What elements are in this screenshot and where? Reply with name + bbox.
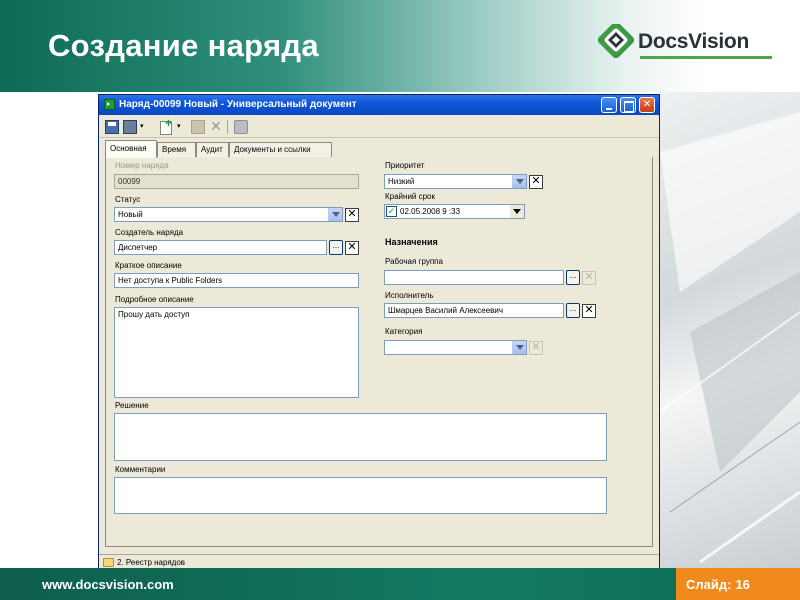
category-select[interactable]	[384, 340, 527, 355]
comments-textarea[interactable]	[114, 477, 607, 514]
folder-icon	[103, 558, 114, 567]
browse-executor-button[interactable]: ...	[566, 303, 580, 318]
logo-underline	[640, 56, 772, 59]
solution-label: Решение	[115, 401, 149, 410]
number-label: Номер наряда	[115, 161, 169, 170]
chevron-down-icon[interactable]	[512, 341, 526, 354]
window-title: Наряд-00099 Новый - Универсальный докуме…	[119, 99, 357, 110]
number-field: 00099	[114, 174, 359, 189]
short-desc-field[interactable]: Нет доступа к Public Folders	[114, 273, 359, 288]
chevron-down-icon[interactable]	[512, 175, 526, 188]
dropdown-arrow-icon[interactable]: ▾	[140, 120, 147, 134]
save-icon[interactable]	[105, 120, 119, 134]
work-group-label: Рабочая группа	[385, 257, 443, 266]
clear-executor-button[interactable]: ✕	[582, 304, 596, 318]
clear-status-button[interactable]: ✕	[345, 208, 359, 222]
clear-creator-button[interactable]: ✕	[345, 241, 359, 255]
deadline-checkbox[interactable]: ✓	[386, 206, 397, 217]
creator-field[interactable]: Диспетчер	[114, 240, 327, 255]
solution-textarea[interactable]	[114, 413, 607, 461]
work-group-field[interactable]	[384, 270, 564, 285]
toolbar: ▾ ▾ ✕	[99, 116, 659, 138]
save-as-icon[interactable]	[123, 120, 137, 134]
clear-priority-button[interactable]: ✕	[529, 175, 543, 189]
new-document-icon[interactable]	[159, 116, 173, 135]
clear-work-group-button[interactable]: ✕	[582, 271, 596, 285]
comments-label: Комментарии	[115, 465, 166, 474]
clear-category-button[interactable]: ✕	[529, 341, 543, 355]
slide-number-label: Слайд:	[686, 577, 732, 592]
logo-text: DocsVision	[638, 30, 749, 53]
tab-documents-links[interactable]: Документы и ссылки	[229, 142, 332, 157]
priority-label: Приоритет	[385, 161, 425, 170]
decorative-background	[660, 92, 800, 568]
decorative-lines	[660, 112, 800, 564]
close-button[interactable]: ✕	[639, 97, 655, 113]
slide-footer: www.docsvision.com Слайд: 16	[0, 568, 800, 600]
tab-audit[interactable]: Аудит	[196, 142, 229, 157]
status-bar-text: 2. Реестр нарядов	[117, 558, 186, 567]
full-desc-label: Подробное описание	[115, 295, 194, 304]
maximize-button[interactable]	[620, 97, 636, 113]
footer-url[interactable]: www.docsvision.com	[42, 577, 174, 592]
toolbar-separator	[227, 120, 228, 134]
status-select[interactable]: Новый	[114, 207, 343, 222]
deadline-label: Крайний срок	[385, 192, 436, 201]
status-label: Статус	[115, 195, 141, 204]
tab-time[interactable]: Время	[157, 142, 196, 157]
print-icon[interactable]	[234, 120, 248, 134]
chevron-down-icon[interactable]	[328, 208, 342, 221]
status-value: Новый	[118, 210, 143, 219]
paste-icon[interactable]	[191, 120, 205, 134]
executor-field[interactable]: Шмарцев Василий Алексеевич	[384, 303, 564, 318]
browse-work-group-button[interactable]: ...	[566, 270, 580, 285]
close-icon: ✕	[642, 99, 652, 110]
deadline-picker[interactable]: 02.05.2008 9 :33	[384, 204, 525, 219]
slide-header: Создание наряда DocsVision	[0, 0, 800, 92]
dropdown-arrow-icon[interactable]: ▾	[177, 120, 184, 134]
tab-strip: Основная Время Аудит Документы и ссылки	[105, 140, 653, 158]
chevron-down-icon[interactable]	[510, 205, 524, 218]
deadline-value: 02.05.2008 9 :33	[400, 207, 461, 216]
creator-label: Создатель наряда	[115, 228, 184, 237]
docsvision-logo-icon	[597, 24, 635, 59]
priority-value: Низкий	[388, 177, 415, 186]
docsvision-logo: DocsVision	[596, 24, 780, 64]
priority-select[interactable]: Низкий	[384, 174, 527, 189]
category-label: Категория	[385, 327, 423, 336]
slide-left-margin	[0, 92, 98, 568]
browse-creator-button[interactable]: ...	[329, 240, 343, 255]
short-desc-label: Краткое описание	[115, 261, 182, 270]
tab-main[interactable]: Основная	[105, 140, 157, 158]
slide-title: Создание наряда	[48, 28, 319, 63]
slide-number-badge: Слайд: 16	[676, 568, 800, 600]
delete-icon[interactable]: ✕	[209, 119, 223, 134]
executor-label: Исполнитель	[385, 291, 434, 300]
full-desc-textarea[interactable]: Прошу дать доступ	[114, 307, 359, 398]
document-window: Наряд-00099 Новый - Универсальный докуме…	[98, 94, 660, 571]
assignments-heading: Назначения	[385, 237, 438, 247]
slide-number: 16	[735, 577, 750, 592]
window-titlebar[interactable]: Наряд-00099 Новый - Универсальный докуме…	[99, 95, 659, 115]
minimize-button[interactable]	[601, 97, 617, 113]
app-icon	[104, 99, 115, 110]
